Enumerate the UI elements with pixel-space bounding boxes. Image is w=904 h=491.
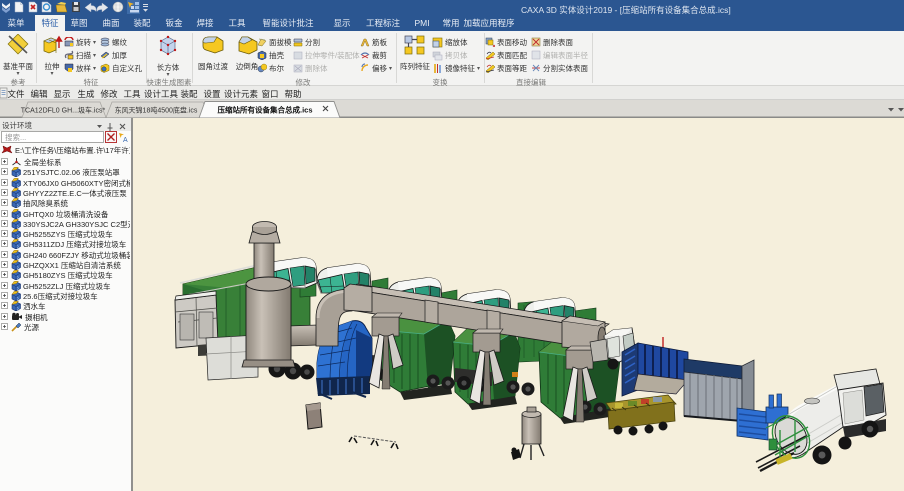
svg-text:东风天锦18吨4500底盘.ics: 东风天锦18吨4500底盘.ics — [115, 106, 198, 115]
svg-text:A: A — [123, 137, 128, 144]
svg-text:TCA12DFL0 GH...圾车.ics*: TCA12DFL0 GH...圾车.ics* — [21, 106, 106, 115]
svg-text:压缩站所有设备集合总成.ics: 压缩站所有设备集合总成.ics — [217, 105, 312, 115]
